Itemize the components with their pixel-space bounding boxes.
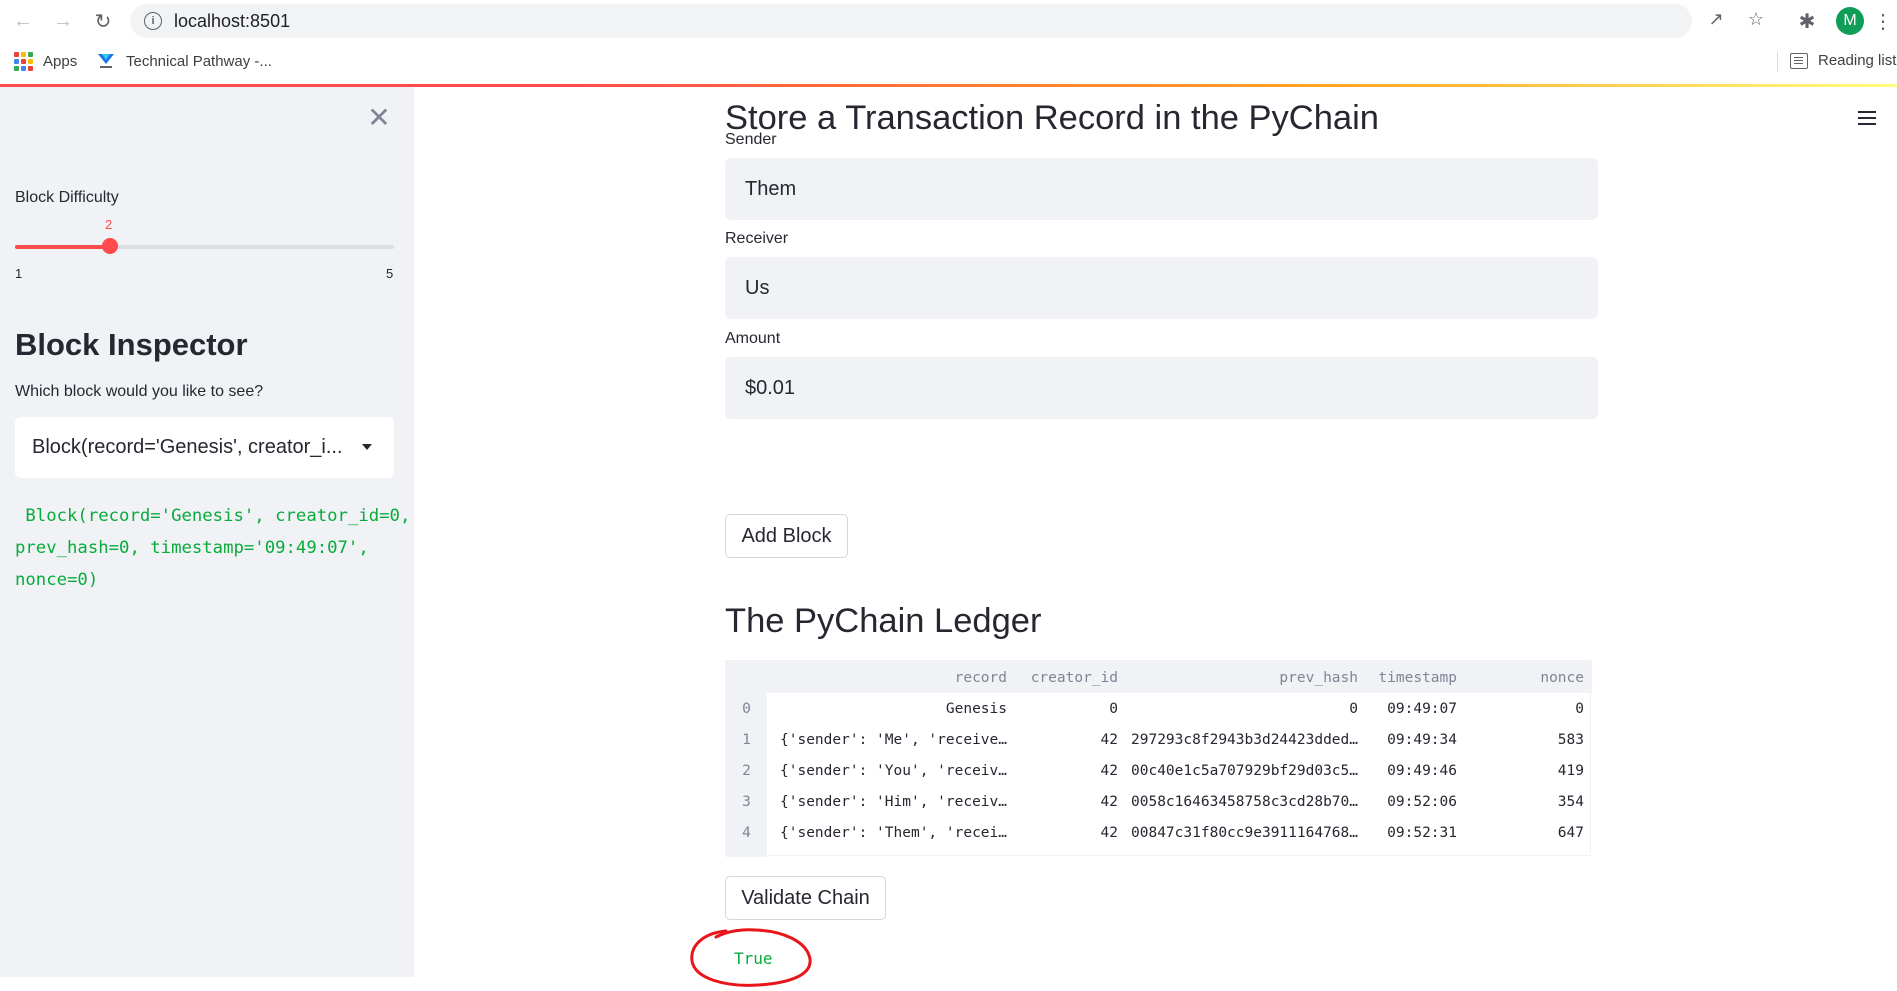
table-cell-creator-id[interactable]: 42 [1011, 794, 1118, 810]
address-bar[interactable]: i localhost:8501 [130, 4, 1692, 38]
validate-chain-button[interactable]: Validate Chain [725, 876, 886, 920]
sender-label: Sender [725, 131, 777, 148]
table-cell-record[interactable]: {'sender': 'Me', 'receive… [776, 732, 1007, 748]
column-header-nonce[interactable]: nonce [1466, 670, 1584, 686]
bookmark-separator [1777, 52, 1778, 72]
column-header-timestamp[interactable]: timestamp [1366, 670, 1457, 686]
table-cell-nonce[interactable]: 647 [1466, 825, 1584, 841]
table-cell-nonce[interactable]: 419 [1466, 763, 1584, 779]
table-cell-nonce[interactable]: 354 [1466, 794, 1584, 810]
amount-input[interactable]: $0.01 [725, 357, 1598, 419]
bookmark-star-icon[interactable]: ☆ [1746, 9, 1766, 29]
apps-grid-icon [14, 52, 33, 71]
slider-fill [15, 245, 110, 249]
red-circle-annotation [690, 928, 812, 987]
table-cell-creator-id[interactable]: 42 [1011, 763, 1118, 779]
table-cell-nonce[interactable]: 0 [1466, 701, 1584, 717]
slider-label: Block Difficulty [15, 189, 119, 206]
table-cell-prev-hash[interactable]: 00847c31f80cc9e3911164768… [1126, 825, 1358, 841]
table-cell-prev-hash[interactable]: 00c40e1c5a707929bf29d03c5… [1126, 763, 1358, 779]
reading-list-icon [1790, 52, 1808, 69]
hamburger-menu-icon[interactable] [1858, 111, 1876, 125]
column-header-prev-hash[interactable]: prev_hash [1126, 670, 1358, 686]
reading-list-button[interactable]: Reading list [1790, 52, 1896, 69]
table-cell-prev-hash[interactable]: 0058c16463458758c3cd28b70… [1126, 794, 1358, 810]
sender-input[interactable]: Them [725, 158, 1598, 220]
slider-max-label: 5 [386, 266, 394, 281]
table-cell-prev-hash[interactable]: 297293c8f2943b3d24423dded… [1126, 732, 1358, 748]
table-cell-creator-id[interactable]: 0 [1011, 701, 1118, 717]
row-index: 1 [742, 732, 751, 748]
reload-icon[interactable]: ↻ [88, 6, 118, 36]
close-sidebar-icon[interactable]: ✕ [366, 104, 392, 132]
profile-avatar[interactable]: M [1836, 7, 1864, 35]
row-index: 4 [742, 825, 751, 841]
table-cell-timestamp[interactable]: 09:49:07 [1366, 701, 1457, 717]
table-cell-prev-hash[interactable]: 0 [1126, 701, 1358, 717]
extensions-puzzle-icon[interactable]: ✱ [1796, 10, 1818, 33]
bookmark-apps[interactable]: Apps [14, 52, 77, 71]
table-cell-creator-id[interactable]: 42 [1011, 732, 1118, 748]
ledger-heading: The PyChain Ledger [725, 602, 1042, 640]
row-index: 3 [742, 794, 751, 810]
slider-current-value: 2 [105, 217, 113, 232]
row-index: 0 [742, 701, 751, 717]
ledger-table[interactable]: record creator_id prev_hash timestamp no… [725, 660, 1592, 857]
row-index: 2 [742, 763, 751, 779]
browser-chrome: ← → ↻ i localhost:8501 ↗ ☆ ✱ M ⋮ Apps Te… [0, 0, 1897, 87]
main-content: Store a Transaction Record in the PyChai… [414, 87, 1897, 987]
receiver-input[interactable]: Us [725, 257, 1598, 319]
back-arrow-icon[interactable]: ← [8, 6, 38, 36]
bookmarks-bar: Apps Technical Pathway -... Reading list [0, 46, 1897, 76]
browser-toolbar: ← → ↻ i localhost:8501 ↗ ☆ ✱ M ⋮ [0, 0, 1897, 42]
avatar-letter: M [1843, 12, 1857, 29]
amount-label: Amount [725, 330, 781, 347]
column-header-record[interactable]: record [776, 670, 1007, 686]
site-info-icon[interactable]: i [144, 12, 162, 30]
block-details-code: Block(record='Genesis', creator_id=0, pr… [15, 506, 411, 590]
table-cell-record[interactable]: {'sender': 'You', 'receiv… [776, 763, 1007, 779]
table-cell-timestamp[interactable]: 09:52:31 [1366, 825, 1457, 841]
url-text: localhost:8501 [174, 10, 291, 31]
table-cell-record[interactable]: {'sender': 'Him', 'receiv… [776, 794, 1007, 810]
table-cell-timestamp[interactable]: 09:52:06 [1366, 794, 1457, 810]
bookmark-label: Apps [43, 53, 78, 70]
page-title: Store a Transaction Record in the PyChai… [725, 99, 1379, 137]
sidebar: ✕ Block Difficulty 2 1 5 Block Inspector… [0, 87, 414, 977]
reading-list-label: Reading list [1818, 52, 1897, 69]
table-cell-timestamp[interactable]: 09:49:46 [1366, 763, 1457, 779]
chevron-down-icon [362, 444, 372, 450]
block-select[interactable]: Block(record='Genesis', creator_i... [15, 417, 394, 478]
table-cell-timestamp[interactable]: 09:49:34 [1366, 732, 1457, 748]
browser-menu-icon[interactable]: ⋮ [1873, 10, 1893, 33]
table-cell-record[interactable]: {'sender': 'Them', 'recei… [776, 825, 1007, 841]
block-select-value: Block(record='Genesis', creator_i... [32, 436, 343, 458]
receiver-label: Receiver [725, 230, 789, 247]
forward-arrow-icon[interactable]: → [48, 6, 78, 36]
share-icon[interactable]: ↗ [1706, 9, 1726, 29]
bookmark-technical-pathway[interactable]: Technical Pathway -... [96, 52, 272, 70]
add-block-button[interactable]: Add Block [725, 514, 848, 558]
block-select-label: Which block would you like to see? [15, 383, 264, 400]
column-header-creator-id[interactable]: creator_id [1011, 670, 1118, 686]
bookmark-label: Technical Pathway -... [126, 52, 272, 70]
difficulty-slider-track[interactable] [15, 238, 394, 254]
slider-min-label: 1 [15, 266, 23, 281]
table-cell-creator-id[interactable]: 42 [1011, 825, 1118, 841]
table-cell-record[interactable]: Genesis [776, 701, 1007, 717]
block-inspector-heading: Block Inspector [15, 327, 248, 362]
slider-thumb[interactable] [101, 238, 118, 254]
technical-pathway-logo-icon [98, 54, 114, 68]
table-cell-nonce[interactable]: 583 [1466, 732, 1584, 748]
